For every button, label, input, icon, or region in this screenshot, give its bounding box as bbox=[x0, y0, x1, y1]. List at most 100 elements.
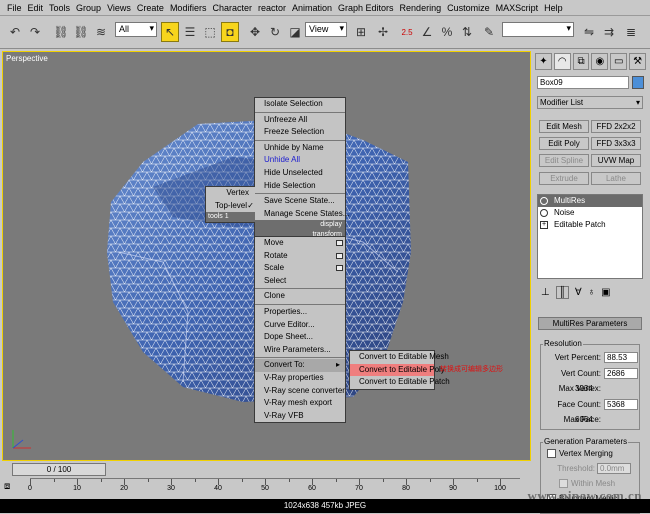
menu-save-scene-state[interactable]: Save Scene State... bbox=[255, 195, 345, 208]
rect-selection-icon[interactable]: ⬚ bbox=[201, 22, 219, 42]
menu-convert-editable-patch[interactable]: Convert to Editable Patch bbox=[350, 376, 450, 389]
angle-snap-icon[interactable]: ∠ bbox=[418, 22, 436, 42]
menu-help[interactable]: Help bbox=[541, 3, 566, 13]
menu-convert-editable-poly[interactable]: Convert to Editable Poly bbox=[350, 363, 445, 377]
extrude-button[interactable]: Extrude bbox=[539, 172, 589, 185]
spinner-snap-icon[interactable]: ⇅ bbox=[458, 22, 476, 42]
object-color-swatch[interactable] bbox=[632, 76, 644, 89]
bulb-icon[interactable] bbox=[540, 197, 548, 205]
modify-tab-icon[interactable]: ◠ bbox=[553, 53, 571, 70]
hierarchy-tab-icon[interactable]: ⧉ bbox=[572, 53, 590, 70]
window-crossing-icon[interactable]: ◘ bbox=[221, 22, 239, 42]
menu-character[interactable]: Character bbox=[209, 3, 255, 13]
menu-move[interactable]: Move bbox=[255, 237, 345, 250]
create-tab-icon[interactable]: ✦ bbox=[535, 53, 552, 70]
menu-tools[interactable]: Tools bbox=[46, 3, 73, 13]
menu-wire-parameters[interactable]: Wire Parameters... bbox=[255, 344, 345, 357]
named-selection-dropdown[interactable] bbox=[502, 22, 574, 37]
menu-views[interactable]: Views bbox=[104, 3, 134, 13]
vert-count-spinner[interactable]: 2686 bbox=[604, 368, 638, 379]
track-bar[interactable]: 0 10 20 30 40 50 60 70 80 90 100 bbox=[28, 478, 520, 498]
ref-coord-dropdown[interactable]: View bbox=[305, 22, 347, 37]
manipulate-icon[interactable]: ✢ bbox=[374, 22, 392, 42]
make-unique-icon[interactable]: ∀ bbox=[575, 287, 582, 298]
menu-convert-editable-mesh[interactable]: Convert to Editable Mesh bbox=[350, 351, 449, 364]
menu-unhide-by-name[interactable]: Unhide by Name bbox=[255, 142, 345, 155]
ffd-3x3x3-button[interactable]: FFD 3x3x3 bbox=[591, 137, 641, 150]
menu-vray-mesh-export[interactable]: V-Ray mesh export bbox=[255, 397, 345, 410]
menu-file[interactable]: File bbox=[4, 3, 25, 13]
align-icon[interactable]: ⇉ bbox=[600, 22, 618, 42]
edit-poly-button[interactable]: Edit Poly bbox=[539, 137, 589, 150]
mirror-icon[interactable]: ⇋ bbox=[580, 22, 598, 42]
percent-snap-icon[interactable]: % bbox=[438, 22, 456, 42]
select-object-icon[interactable]: ↖ bbox=[161, 22, 179, 42]
menu-maxscript[interactable]: MAXScript bbox=[493, 3, 542, 13]
ffd-2x2x2-button[interactable]: FFD 2x2x2 bbox=[591, 120, 641, 133]
display-tab-icon[interactable]: ▭ bbox=[610, 53, 628, 70]
menu-vray-properties[interactable]: V-Ray properties bbox=[255, 372, 345, 385]
menu-hide-unselected[interactable]: Hide Unselected bbox=[255, 167, 345, 180]
menu-unfreeze-all[interactable]: Unfreeze All bbox=[255, 114, 345, 127]
menu-dope-sheet[interactable]: Dope Sheet... bbox=[255, 331, 345, 344]
menu-reactor[interactable]: reactor bbox=[255, 3, 289, 13]
perspective-viewport[interactable]: Perspective Isolate Selection Unfreeze A… bbox=[2, 51, 531, 461]
rotate-icon[interactable]: ↻ bbox=[266, 22, 284, 42]
menu-select[interactable]: Select bbox=[255, 275, 345, 288]
lathe-button[interactable]: Lathe bbox=[591, 172, 641, 185]
time-slider[interactable]: 0 / 100 bbox=[12, 463, 106, 476]
menu-rendering[interactable]: Rendering bbox=[397, 3, 445, 13]
object-name-field[interactable]: Box09 bbox=[537, 76, 629, 89]
settings-box-icon[interactable] bbox=[336, 265, 343, 272]
link-icon[interactable]: ⛓ bbox=[52, 22, 70, 42]
utilities-tab-icon[interactable]: ⚒ bbox=[629, 53, 646, 70]
scale-icon[interactable]: ◪ bbox=[286, 22, 304, 42]
menu-vray-vfb[interactable]: V-Ray VFB bbox=[255, 410, 345, 423]
edit-mesh-button[interactable]: Edit Mesh bbox=[539, 120, 589, 133]
named-selection-icon[interactable]: ✎ bbox=[480, 22, 498, 42]
edit-spline-button[interactable]: Edit Spline bbox=[539, 154, 589, 167]
stack-item-multires[interactable]: MultiRes bbox=[538, 195, 642, 207]
menu-hide-selection[interactable]: Hide Selection bbox=[255, 180, 345, 193]
menu-graph-editors[interactable]: Graph Editors bbox=[335, 3, 397, 13]
pivot-center-icon[interactable]: ⊞ bbox=[352, 22, 370, 42]
menu-edit[interactable]: Edit bbox=[25, 3, 47, 13]
menu-rotate[interactable]: Rotate bbox=[255, 250, 345, 263]
menu-create[interactable]: Create bbox=[134, 3, 167, 13]
threshold-spinner[interactable]: 0.0mm bbox=[597, 463, 631, 474]
uvw-map-button[interactable]: UVW Map bbox=[591, 154, 641, 167]
menu-group[interactable]: Group bbox=[73, 3, 104, 13]
show-end-result-icon[interactable]: ║ bbox=[555, 285, 569, 299]
menu-modifiers[interactable]: Modifiers bbox=[167, 3, 210, 13]
move-icon[interactable]: ✥ bbox=[246, 22, 264, 42]
menu-vray-scene-converter[interactable]: V-Ray scene converter bbox=[255, 385, 345, 398]
snap-toggle-icon[interactable]: 2.5 bbox=[398, 22, 416, 42]
undo-icon[interactable]: ↶ bbox=[6, 22, 24, 42]
within-mesh-checkbox[interactable] bbox=[559, 479, 568, 488]
bulb-icon[interactable] bbox=[540, 209, 548, 217]
vert-percent-spinner[interactable]: 88.53 bbox=[604, 352, 638, 363]
pin-stack-icon[interactable]: ⊥ bbox=[541, 287, 550, 298]
menu-unhide-all[interactable]: Unhide All bbox=[255, 154, 345, 167]
menu-isolate-selection[interactable]: Isolate Selection bbox=[255, 98, 345, 111]
rollout-multires-parameters[interactable]: MultiRes Parameters bbox=[538, 317, 642, 330]
menu-customize[interactable]: Customize bbox=[444, 3, 493, 13]
menu-scale[interactable]: Scale bbox=[255, 262, 345, 275]
mini-curve-editor-icon[interactable]: ⧈ bbox=[4, 481, 10, 492]
bind-space-warp-icon[interactable]: ≋ bbox=[92, 22, 110, 42]
vertex-merging-checkbox[interactable] bbox=[547, 449, 556, 458]
menu-curve-editor[interactable]: Curve Editor... bbox=[255, 319, 345, 332]
select-by-name-icon[interactable]: ☰ bbox=[181, 22, 199, 42]
layer-manager-icon[interactable]: ≣ bbox=[622, 22, 640, 42]
configure-sets-icon[interactable]: ▣ bbox=[601, 287, 610, 298]
menu-convert-to[interactable]: Convert To: ▸ bbox=[255, 359, 345, 372]
expand-plus-icon[interactable]: + bbox=[540, 221, 548, 229]
modifier-list-dropdown[interactable]: Modifier List ▾ bbox=[537, 96, 643, 109]
motion-tab-icon[interactable]: ◉ bbox=[591, 53, 609, 70]
remove-modifier-icon[interactable]: ♁ bbox=[588, 287, 596, 298]
menu-top-level[interactable]: Top-level ✓ bbox=[206, 200, 255, 213]
menu-clone[interactable]: Clone bbox=[255, 290, 345, 303]
selection-filter-dropdown[interactable]: All bbox=[115, 22, 157, 37]
menu-manage-scene-states[interactable]: Manage Scene States... bbox=[255, 208, 349, 221]
menu-animation[interactable]: Animation bbox=[289, 3, 335, 13]
